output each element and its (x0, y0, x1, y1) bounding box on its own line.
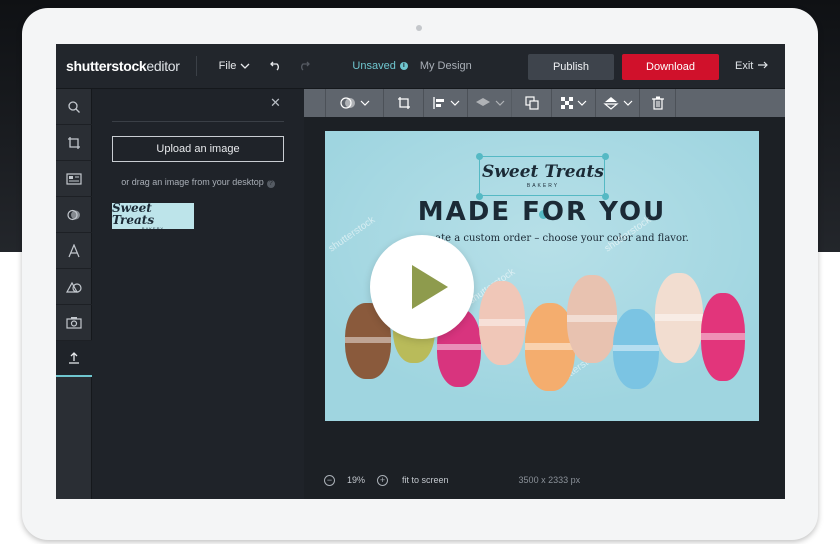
save-status: Unsaved i (352, 60, 408, 72)
panel-divider (112, 121, 284, 122)
tool-align[interactable] (424, 89, 468, 117)
rail-photos[interactable] (56, 305, 92, 341)
tool-transparency[interactable] (552, 89, 596, 117)
exit-button[interactable]: Exit (735, 60, 769, 72)
chevron-down-icon (240, 63, 250, 69)
rail-text-box[interactable] (56, 161, 92, 197)
publish-button[interactable]: Publish (528, 54, 614, 80)
macaron-image (701, 293, 745, 381)
help-icon[interactable]: ? (266, 180, 275, 188)
photo-icon (66, 317, 82, 329)
save-status-label: Unsaved (352, 60, 396, 72)
redo-icon[interactable] (298, 59, 311, 74)
duplicate-icon (524, 96, 539, 110)
upload-panel: ✕ Upload an image or drag an image from … (92, 89, 304, 499)
camera-dot (416, 25, 422, 31)
close-icon[interactable]: ✕ (270, 95, 281, 111)
upload-icon (69, 352, 79, 364)
rail-search[interactable] (56, 89, 92, 125)
thumb-subtitle: BAKERY (141, 225, 165, 231)
tool-crop[interactable] (384, 89, 424, 117)
crop-icon (68, 136, 80, 149)
rail-filters[interactable] (56, 197, 92, 233)
text-box-icon (66, 172, 82, 185)
tablet-frame: shutterstockeditor File Unsaved i My Des… (22, 8, 818, 540)
subline-text[interactable]: ate a custom order – choose your color a… (325, 233, 759, 244)
zoom-in-button[interactable]: + (377, 474, 389, 486)
top-bar: shutterstockeditor File Unsaved i My Des… (56, 44, 785, 89)
drag-hint-text: or drag an image from your desktop (121, 177, 264, 187)
selected-logo[interactable]: Sweet Treats BAKERY (476, 153, 609, 219)
rail-shapes[interactable] (56, 269, 92, 305)
edit-toolbar (304, 89, 785, 117)
macaron-image (567, 275, 617, 363)
tool-duplicate[interactable] (512, 89, 552, 117)
fit-to-screen-button[interactable]: fit to screen (402, 475, 449, 485)
search-icon (68, 100, 80, 113)
align-icon (432, 97, 444, 109)
undo-icon[interactable] (270, 59, 282, 74)
tool-flip[interactable] (596, 89, 640, 117)
editor-screen: shutterstockeditor File Unsaved i My Des… (56, 44, 785, 499)
logo-bold-text: shutterstock (66, 58, 147, 74)
thumb-title: Sweet Treats (112, 200, 155, 227)
rail-text[interactable] (56, 233, 92, 269)
filter-icon (67, 209, 80, 220)
tool-delete[interactable] (640, 89, 676, 117)
tool-opacity[interactable] (326, 89, 384, 117)
crop-icon (397, 97, 410, 109)
headline-text[interactable]: MADE FOR YOU (325, 197, 759, 227)
file-menu-label: File (218, 60, 237, 72)
macaron-image (655, 273, 703, 363)
app-logo[interactable]: shutterstockeditor (66, 58, 180, 74)
text-icon (68, 243, 80, 257)
transparency-icon (560, 97, 573, 109)
rail-upload[interactable] (56, 341, 92, 377)
play-icon (412, 265, 448, 309)
download-button[interactable]: Download (622, 54, 719, 80)
trash-icon (651, 96, 664, 110)
logo-subtitle: BAKERY (526, 183, 560, 189)
logo-title: Sweet Treats (482, 162, 604, 182)
divider (195, 56, 197, 76)
tool-rail (56, 89, 92, 499)
canvas-dimensions: 3500 x 2333 px (518, 475, 581, 485)
chevron-down-icon (577, 100, 586, 106)
rail-crop[interactable] (56, 125, 92, 161)
file-menu[interactable]: File (219, 60, 251, 72)
design-name[interactable]: My Design (420, 60, 472, 72)
flip-icon (602, 97, 619, 110)
exit-label: Exit (735, 60, 754, 72)
zoom-level: 19% (347, 475, 366, 485)
uploaded-thumbnail[interactable]: Sweet Treats BAKERY (112, 200, 194, 231)
resize-handle[interactable] (602, 153, 609, 160)
chevron-down-icon (450, 100, 459, 106)
drag-hint: or drag an image from your desktop? (112, 177, 284, 188)
toolbar-spacer (304, 89, 326, 117)
arrow-right-icon (758, 61, 769, 69)
macaron-image (479, 281, 525, 365)
layers-icon (475, 98, 490, 106)
chevron-down-icon (623, 100, 632, 106)
chevron-down-icon (495, 100, 504, 106)
tool-layers[interactable] (468, 89, 512, 117)
chevron-down-icon (360, 100, 369, 106)
shapes-icon (66, 281, 82, 293)
zoom-in-icon: + (377, 474, 389, 486)
zoom-out-button[interactable]: − (324, 474, 335, 486)
logo-light-text: editor (146, 58, 180, 74)
play-button[interactable] (370, 235, 474, 339)
zoom-bar: − 19% + fit to screen 3500 x 2333 px (304, 460, 785, 499)
opacity-icon (339, 97, 355, 109)
design-canvas[interactable]: Sweet Treats BAKERY MADE FOR YOU ate a c… (325, 131, 759, 421)
info-icon[interactable]: i (399, 62, 408, 70)
canvas-area: Sweet Treats BAKERY MADE FOR YOU ate a c… (304, 117, 785, 499)
zoom-out-icon: − (324, 474, 335, 486)
macaron-image (613, 309, 659, 389)
upload-image-button[interactable]: Upload an image (112, 136, 284, 162)
resize-handle[interactable] (476, 153, 483, 160)
